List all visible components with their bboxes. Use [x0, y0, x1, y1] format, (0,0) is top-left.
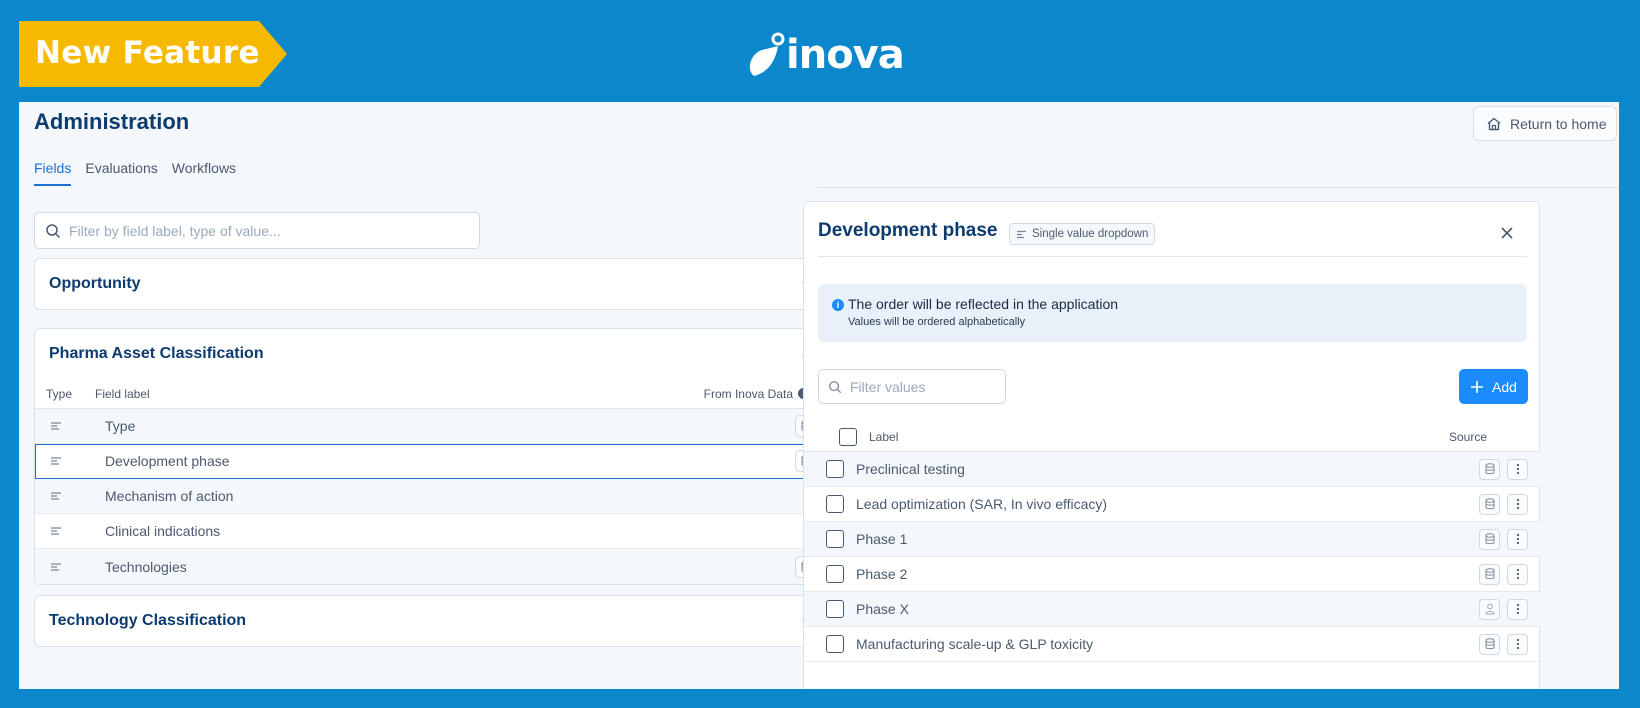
field-search[interactable]	[34, 212, 480, 249]
logo-text: inova	[786, 32, 905, 78]
tabs-divider	[817, 187, 1619, 188]
notice-subtitle: Values will be ordered alphabetically	[848, 316, 1026, 328]
value-checkbox[interactable]	[826, 635, 844, 653]
section-title: Opportunity	[49, 275, 141, 292]
close-icon[interactable]	[1498, 224, 1516, 242]
database-icon	[1479, 493, 1500, 515]
banner-label: New Feature	[35, 35, 260, 71]
value-checkbox[interactable]	[826, 460, 844, 478]
database-icon	[1479, 563, 1500, 585]
add-value-label: Add	[1492, 378, 1517, 395]
section-technology-header[interactable]: Technology Classification	[35, 596, 831, 646]
column-source: Source	[1449, 429, 1488, 444]
info-notice: i The order will be reflected in the app…	[818, 284, 1527, 342]
value-label: Phase 1	[856, 531, 908, 547]
value-label: Phase 2	[856, 566, 908, 582]
values-filter-input[interactable]	[850, 378, 990, 395]
list-icon	[51, 422, 61, 430]
column-type: Type	[46, 386, 73, 401]
list-icon	[51, 457, 61, 465]
value-row[interactable]: Phase 1	[804, 522, 1541, 557]
database-icon	[1479, 458, 1500, 480]
list-icon	[1017, 230, 1026, 238]
value-checkbox[interactable]	[826, 565, 844, 583]
values-filter[interactable]	[818, 369, 1006, 404]
return-to-home-label: Return to home	[1510, 115, 1607, 132]
values-list: Preclinical testing Lead optimization (S…	[804, 452, 1541, 662]
list-icon	[51, 492, 61, 500]
field-label: Mechanism of action	[105, 488, 234, 504]
value-row[interactable]: Manufacturing scale-up & GLP toxicity	[804, 627, 1541, 662]
select-all-checkbox[interactable]	[839, 427, 857, 446]
search-icon	[829, 380, 842, 393]
field-label: Type	[105, 418, 136, 434]
fields-table-header: Type Field label From Inova Data i	[35, 379, 831, 409]
user-icon	[1479, 598, 1500, 620]
value-label: Lead optimization (SAR, In vivo efficacy…	[856, 496, 1108, 512]
value-checkbox[interactable]	[826, 495, 844, 513]
info-icon: i	[832, 299, 844, 311]
section-opportunity-header[interactable]: Opportunity	[35, 259, 831, 309]
field-row-development-phase[interactable]: Development phase	[35, 444, 831, 479]
section-pharma-header[interactable]: Pharma Asset Classification	[35, 329, 831, 379]
value-row[interactable]: Phase 2	[804, 557, 1541, 592]
value-checkbox[interactable]	[826, 600, 844, 618]
more-options-icon[interactable]	[1507, 528, 1528, 550]
value-label: Manufacturing scale-up & GLP toxicity	[856, 636, 1094, 652]
return-to-home-button[interactable]: Return to home	[1473, 106, 1617, 141]
inova-logo: inova	[748, 30, 905, 80]
fields-table-body: Type Development phase Mechanism of acti…	[35, 409, 831, 584]
add-value-button[interactable]: Add	[1459, 369, 1528, 404]
more-options-icon[interactable]	[1507, 563, 1528, 585]
logo-mark-icon	[749, 32, 785, 76]
column-from-inova-data-label: From Inova Data	[703, 386, 793, 401]
tab-workflows[interactable]: Workflows	[172, 160, 236, 186]
field-row-clinical-indications[interactable]: Clinical indications	[35, 514, 831, 549]
more-options-icon[interactable]	[1507, 598, 1528, 620]
field-type-badge-label: Single value dropdown	[1032, 228, 1149, 240]
new-feature-banner: New Feature	[19, 21, 302, 87]
list-icon	[51, 527, 61, 535]
database-icon	[1479, 633, 1500, 655]
column-label: Label	[869, 429, 899, 444]
field-row-mechanism-of-action[interactable]: Mechanism of action	[35, 479, 831, 514]
notice-title: The order will be reflected in the appli…	[848, 296, 1119, 312]
field-row-technologies[interactable]: Technologies	[35, 549, 831, 584]
tab-evaluations[interactable]: Evaluations	[85, 160, 157, 186]
home-icon	[1487, 117, 1501, 130]
field-label: Development phase	[105, 453, 230, 469]
field-detail-panel: Development phase Single value dropdown …	[803, 201, 1541, 689]
search-icon	[46, 223, 61, 238]
tab-fields[interactable]: Fields	[34, 160, 72, 186]
list-icon	[51, 562, 61, 571]
admin-tabs: Fields Evaluations Workflows	[34, 160, 236, 186]
section-title: Pharma Asset Classification	[49, 345, 264, 362]
value-row[interactable]: Preclinical testing	[804, 452, 1541, 487]
detail-title: Development phase	[818, 220, 998, 241]
more-options-icon[interactable]	[1507, 458, 1528, 480]
field-type-badge: Single value dropdown	[1009, 223, 1156, 245]
more-options-icon[interactable]	[1507, 633, 1528, 655]
field-label: Clinical indications	[105, 523, 221, 539]
section-title: Technology Classification	[49, 612, 247, 629]
database-icon	[1479, 528, 1500, 550]
column-field-label: Field label	[95, 386, 150, 401]
plus-icon	[1471, 380, 1484, 393]
value-row[interactable]: Lead optimization (SAR, In vivo efficacy…	[804, 487, 1541, 522]
value-label: Phase X	[856, 601, 909, 617]
more-options-icon[interactable]	[1507, 493, 1528, 515]
field-search-input[interactable]	[69, 222, 449, 239]
value-row[interactable]: Phase X	[804, 592, 1541, 627]
section-technology-classification: Technology Classification	[34, 595, 832, 647]
values-table-header: Label Source	[804, 422, 1541, 452]
section-opportunity: Opportunity	[34, 258, 832, 310]
detail-divider	[818, 256, 1527, 257]
value-label: Preclinical testing	[856, 461, 965, 477]
field-label: Technologies	[105, 558, 187, 575]
admin-panel: Administration Return to home Fields Eva…	[19, 102, 1619, 689]
value-checkbox[interactable]	[826, 530, 844, 548]
field-row-type[interactable]: Type	[35, 409, 831, 444]
page-title: Administration	[34, 109, 190, 134]
section-pharma-asset-classification: Pharma Asset Classification Type Field l…	[34, 328, 832, 585]
